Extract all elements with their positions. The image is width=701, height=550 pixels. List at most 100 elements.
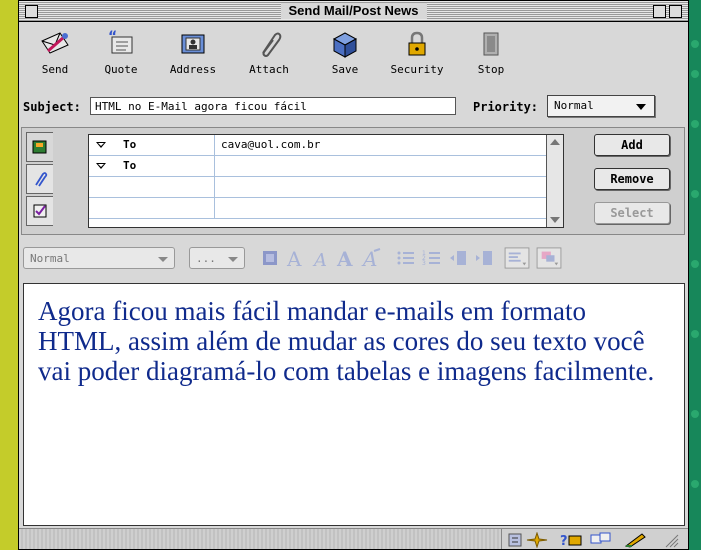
- recipient-type-dropdown-icon[interactable]: [96, 163, 106, 169]
- title-bar[interactable]: Send Mail/Post News: [19, 1, 688, 22]
- recipient-type-cell: [89, 198, 215, 218]
- bullet-list-icon[interactable]: [395, 247, 417, 269]
- insert-object-icon[interactable]: [535, 247, 563, 269]
- compass-icon[interactable]: [526, 532, 548, 548]
- lock-icon: [408, 31, 426, 56]
- recipient-type: To: [123, 138, 137, 151]
- font-size-value: ...: [196, 252, 216, 265]
- stop-button[interactable]: Stop: [463, 25, 519, 76]
- font-smaller-icon[interactable]: A: [311, 247, 333, 269]
- recipient-scrollbar[interactable]: [546, 135, 563, 227]
- scroll-down-icon[interactable]: [550, 217, 560, 223]
- recipient-type-cell[interactable]: To: [89, 135, 215, 155]
- attach-button[interactable]: Attach: [241, 25, 297, 76]
- desktop-decoration: [689, 0, 701, 550]
- zoom-box-icon[interactable]: [653, 5, 666, 18]
- paragraph-style-value: Normal: [30, 252, 70, 265]
- save-button[interactable]: Save: [317, 25, 373, 76]
- recipient-type-cell: [89, 177, 215, 197]
- font-size-select[interactable]: ...: [189, 247, 245, 269]
- subject-row: Subject: HTML no E-Mail agora ficou fáci…: [19, 95, 688, 121]
- decoration-dot: [691, 480, 699, 488]
- save-label: Save: [331, 63, 359, 76]
- scroll-up-icon[interactable]: [550, 139, 560, 145]
- svg-text:“: “: [108, 29, 117, 45]
- composer-icon[interactable]: [624, 532, 648, 548]
- decoration-dot: [691, 120, 699, 128]
- decoration-dot: [691, 70, 699, 78]
- paperclip-icon: [262, 32, 282, 57]
- decoration-dot: [691, 260, 699, 268]
- stop-icon: [483, 32, 499, 56]
- tab-options[interactable]: [26, 196, 53, 226]
- attachments-tab-icon: [35, 172, 48, 187]
- send-button[interactable]: Send: [27, 25, 83, 76]
- close-box-icon[interactable]: [25, 5, 38, 18]
- subject-input[interactable]: HTML no E-Mail agora ficou fácil: [90, 97, 456, 115]
- italic-icon[interactable]: A: [361, 247, 383, 269]
- decoration-dot: [691, 330, 699, 338]
- message-body-text[interactable]: Agora ficou mais fácil mandar e-mails em…: [38, 296, 668, 386]
- discussion-icon[interactable]: [590, 532, 612, 548]
- svg-text:?: ?: [560, 534, 568, 548]
- priority-select[interactable]: Normal: [547, 95, 655, 117]
- send-icon: [41, 32, 69, 54]
- address-tab-icon: [32, 140, 47, 154]
- options-tab-icon: [33, 204, 47, 218]
- resize-grip-icon[interactable]: [660, 532, 680, 548]
- chevron-down-icon: [158, 257, 168, 262]
- status-bar: ?: [19, 528, 688, 549]
- security-button[interactable]: Security: [389, 25, 445, 76]
- priority-label: Priority:: [473, 100, 539, 114]
- text-color-icon[interactable]: [259, 247, 281, 269]
- recipient-row-empty[interactable]: [89, 198, 547, 219]
- recipient-type-dropdown-icon[interactable]: [96, 142, 106, 148]
- main-toolbar: Send “ Quote Address Attach Save Securit…: [19, 23, 688, 87]
- svg-text:A: A: [286, 247, 302, 269]
- outdent-icon[interactable]: [447, 247, 469, 269]
- recipient-row[interactable]: To: [89, 156, 547, 177]
- addressing-tabs: [26, 132, 54, 228]
- recipient-row-empty[interactable]: [89, 177, 547, 198]
- svg-text:A: A: [336, 247, 353, 269]
- send-label: Send: [41, 63, 69, 76]
- indent-icon[interactable]: [473, 247, 495, 269]
- window-title: Send Mail/Post News: [280, 3, 427, 19]
- format-toolbar: Normal ... A A A A 1 2 3: [19, 243, 688, 275]
- svg-text:3: 3: [422, 260, 426, 267]
- security-label: Security: [390, 63, 444, 76]
- recipient-row[interactable]: To cava@uol.com.br: [89, 135, 547, 156]
- recipient-type: To: [123, 159, 137, 172]
- bold-icon[interactable]: A: [335, 247, 357, 269]
- alignment-icon[interactable]: [503, 247, 531, 269]
- recipient-type-cell[interactable]: To: [89, 156, 215, 176]
- address-button[interactable]: Address: [165, 25, 221, 76]
- attach-label: Attach: [249, 63, 289, 76]
- decoration-dot: [691, 40, 699, 48]
- remove-button[interactable]: Remove: [594, 168, 670, 190]
- recipient-email[interactable]: cava@uol.com.br: [221, 138, 320, 151]
- quote-icon: “: [108, 29, 133, 54]
- send-mail-window: Send Mail/Post News Send “ Quote Address…: [18, 0, 689, 550]
- mail-icon[interactable]: ?: [560, 532, 582, 548]
- decoration-dot: [691, 190, 699, 198]
- tab-address[interactable]: [26, 132, 53, 162]
- decoration-dot: [691, 410, 699, 418]
- address-label: Address: [169, 63, 217, 76]
- subject-label: Subject:: [23, 100, 81, 114]
- address-book-icon: [181, 34, 205, 54]
- add-button[interactable]: Add: [594, 134, 670, 156]
- message-body-editor[interactable]: Agora ficou mais fácil mandar e-mails em…: [23, 283, 685, 526]
- numbered-list-icon[interactable]: 1 2 3: [421, 247, 443, 269]
- component-bar: ?: [501, 529, 688, 549]
- select-button[interactable]: Select: [594, 202, 670, 224]
- priority-value: Normal: [554, 99, 594, 112]
- collapse-box-icon[interactable]: [669, 5, 682, 18]
- chevron-down-icon: [636, 104, 646, 110]
- quote-button[interactable]: “ Quote: [93, 25, 149, 76]
- chevron-down-icon: [228, 257, 238, 262]
- tab-attachments[interactable]: [26, 164, 53, 194]
- paragraph-style-select[interactable]: Normal: [23, 247, 175, 269]
- navigator-icon[interactable]: [508, 532, 522, 548]
- font-larger-icon[interactable]: A: [285, 247, 307, 269]
